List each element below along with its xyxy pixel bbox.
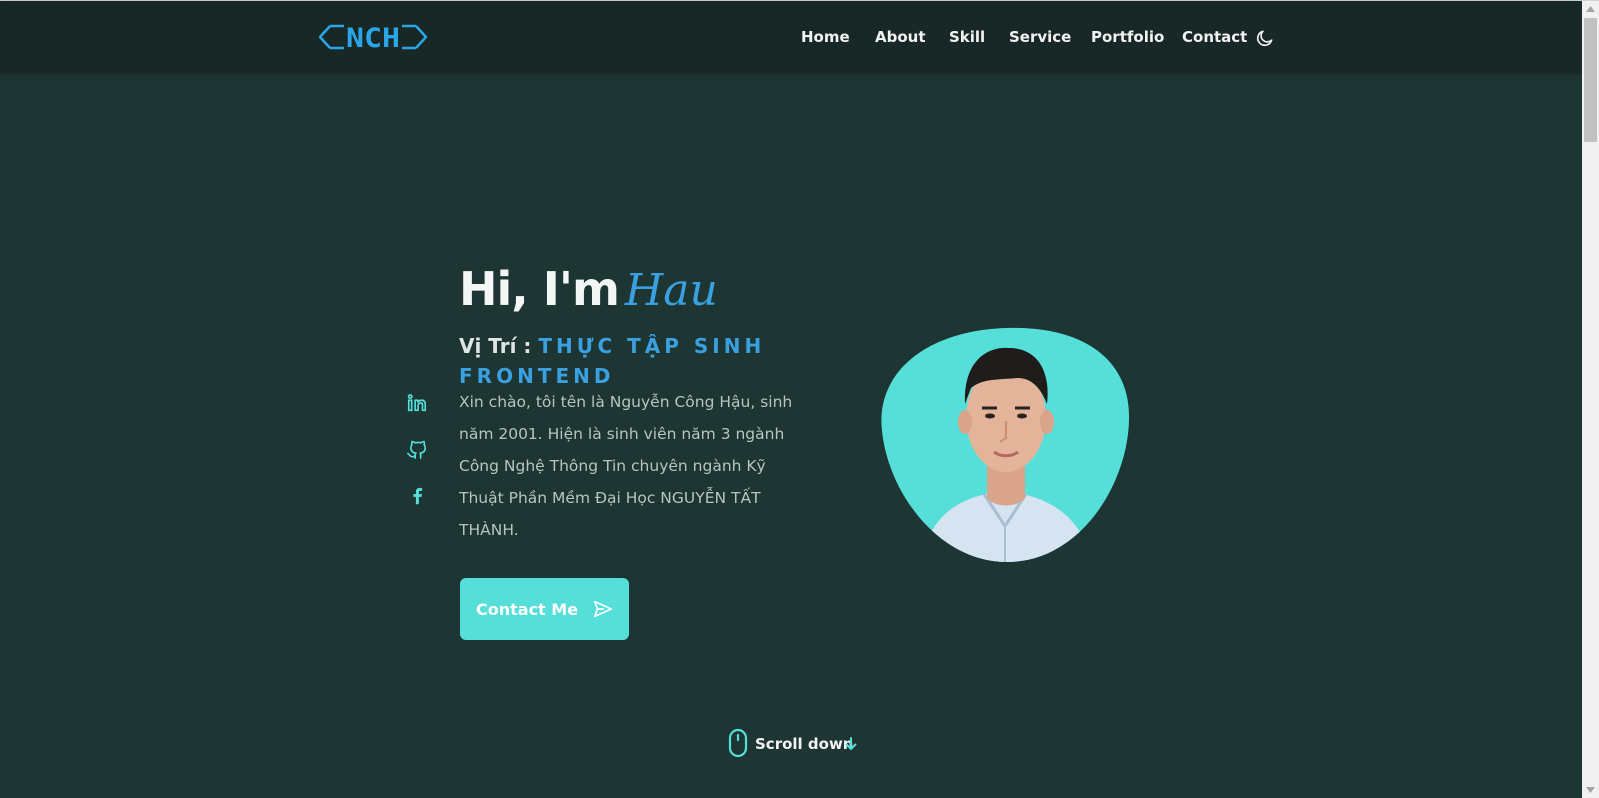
scroll-down-label: Scroll down <box>755 735 854 753</box>
profile-avatar <box>881 327 1130 562</box>
site-header: NCH Home About Skill Service Portfolio C… <box>0 1 1582 73</box>
nav-service[interactable]: Service <box>1009 28 1071 46</box>
contact-button-label: Contact Me <box>476 599 579 619</box>
hero-name: Hau <box>624 265 718 316</box>
nav-home[interactable]: Home <box>801 28 850 46</box>
main-nav: Home About Skill Service Portfolio Conta… <box>0 28 1582 48</box>
mouse-icon <box>728 728 748 758</box>
moon-icon[interactable] <box>1255 28 1275 48</box>
nav-skill[interactable]: Skill <box>949 28 985 46</box>
scroll-down-button[interactable]: Scroll down <box>728 728 868 758</box>
arrow-down-icon <box>845 737 857 750</box>
hero-greeting: Hi, I'm <box>459 262 620 316</box>
page-scrollbar[interactable] <box>1582 1 1599 798</box>
nav-about[interactable]: About <box>875 28 926 46</box>
linkedin-icon[interactable] <box>406 392 428 414</box>
scroll-up-arrow-icon[interactable] <box>1586 6 1595 12</box>
hero-intro: Xin chào, tôi tên là Nguyễn Công Hậu, si… <box>459 393 793 539</box>
nav-contact[interactable]: Contact <box>1182 28 1247 46</box>
github-icon[interactable] <box>406 438 428 460</box>
facebook-icon[interactable] <box>406 485 428 507</box>
scrollbar-thumb[interactable] <box>1584 18 1597 142</box>
hero-title: Hi, I'm Hau <box>459 262 718 322</box>
scroll-down-arrow-icon[interactable] <box>1586 787 1595 793</box>
send-icon <box>593 600 613 618</box>
nav-portfolio[interactable]: Portfolio <box>1091 28 1164 46</box>
role-label: Vị Trí : <box>459 334 532 358</box>
contact-me-button[interactable]: Contact Me <box>460 578 629 640</box>
hero-role: Vị Trí : THỰC TẬP SINH FRONTEND <box>459 331 789 391</box>
